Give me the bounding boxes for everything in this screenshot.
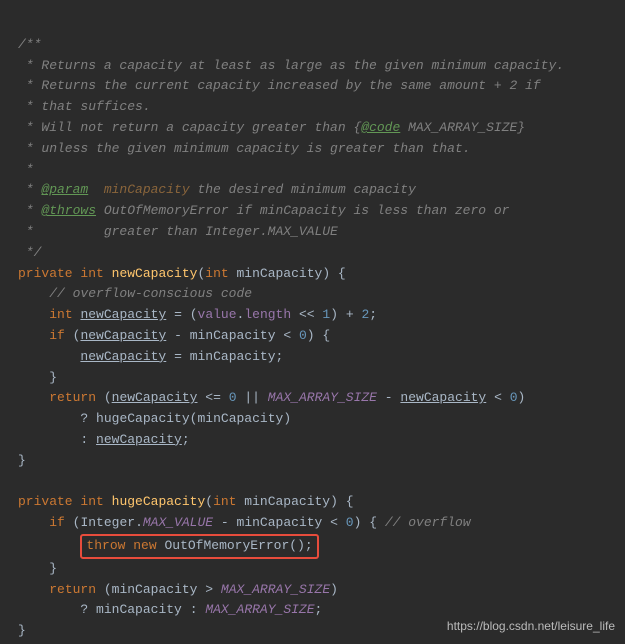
code-line: : newCapacity; [80, 432, 189, 447]
highlighted-throw-line: throw new OutOfMemoryError(); [80, 534, 318, 559]
line-comment: // overflow [385, 515, 471, 530]
code-line: ? minCapacity : MAX_ARRAY_SIZE; [80, 602, 322, 617]
line-comment: // overflow-conscious code [49, 286, 252, 301]
javadoc-line: * @param minCapacity the desired minimum… [18, 182, 416, 197]
brace-close: } [49, 370, 57, 385]
code-line: ? hugeCapacity(minCapacity) [80, 411, 291, 426]
javadoc-line: * Returns the current capacity increased… [18, 78, 541, 93]
javadoc-line: * @throws OutOfMemoryError if minCapacit… [18, 203, 510, 218]
javadoc-line: * Returns a capacity at least as large a… [18, 58, 564, 73]
code-block: /** * Returns a capacity at least as lar… [18, 14, 625, 642]
method-name: newCapacity [112, 266, 198, 281]
code-line: return (minCapacity > MAX_ARRAY_SIZE) [49, 582, 338, 597]
javadoc-line: * that suffices. [18, 99, 151, 114]
code-line: return (newCapacity <= 0 || MAX_ARRAY_SI… [49, 390, 525, 405]
javadoc-line: * Will not return a capacity greater tha… [18, 120, 525, 135]
brace-close: } [18, 453, 26, 468]
javadoc-line: */ [18, 245, 41, 260]
code-line: int newCapacity = (value.length << 1) + … [49, 307, 377, 322]
javadoc-line: * unless the given minimum capacity is g… [18, 141, 470, 156]
brace-close: } [49, 561, 57, 576]
code-line: if (Integer.MAX_VALUE - minCapacity < 0)… [49, 515, 470, 530]
method-signature: private int hugeCapacity(int minCapacity… [18, 494, 354, 509]
method-signature: private int newCapacity(int minCapacity)… [18, 266, 346, 281]
javadoc-param-tag: @param [41, 182, 88, 197]
javadoc-code-tag: @code [361, 120, 400, 135]
method-name: hugeCapacity [112, 494, 206, 509]
watermark: https://blog.csdn.net/leisure_life [447, 617, 615, 636]
javadoc-line: /** [18, 37, 41, 52]
code-line: newCapacity = minCapacity; [80, 349, 283, 364]
javadoc-throws-tag: @throws [41, 203, 96, 218]
brace-close: } [18, 623, 26, 638]
javadoc-line: * greater than Integer.MAX_VALUE [18, 224, 338, 239]
code-line: if (newCapacity - minCapacity < 0) { [49, 328, 330, 343]
javadoc-line: * [18, 162, 34, 177]
